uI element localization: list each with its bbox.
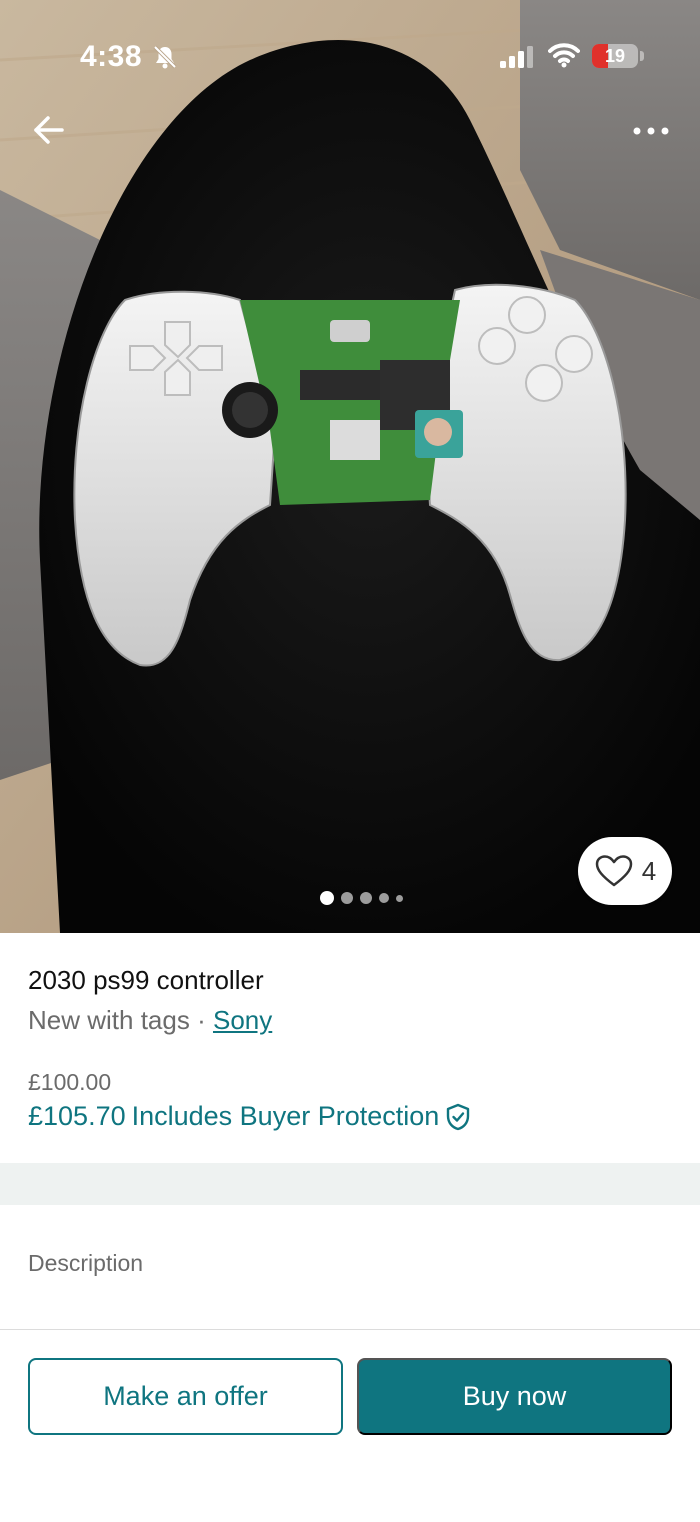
bell-off-icon [153,45,177,69]
favourite-button[interactable]: 4 [578,837,672,905]
battery-level: 19 [604,46,626,66]
brand-link[interactable]: Sony [213,1005,272,1035]
signal-icon [500,46,533,68]
shield-check-icon[interactable] [445,1103,471,1131]
listing-title: 2030 ps99 controller [28,965,264,995]
action-bar-divider [0,1329,700,1330]
arrow-left-icon [34,116,64,144]
total-price: £105.70 [28,1101,126,1131]
status-bar: 4:38 19 [0,0,700,110]
battery-icon: 19 [592,44,638,68]
gallery-dot[interactable] [360,892,372,904]
section-divider-band [0,1163,700,1205]
total-price-row[interactable]: £105.70 Includes Buyer Protection [28,1101,471,1132]
gallery-pagination[interactable] [320,891,403,905]
status-time: 4:38 [80,40,143,73]
controller-photo [0,0,700,933]
condition-label: New with tags [28,1005,190,1035]
listing-subline: New with tags · Sony [28,1005,272,1036]
make-offer-button[interactable]: Make an offer [28,1358,343,1435]
gallery-dot[interactable] [320,891,334,905]
buyer-protection-label: Includes Buyer Protection [131,1101,440,1131]
gallery-dot[interactable] [379,893,389,903]
battery-nub [640,51,644,61]
description-heading: Description [28,1250,144,1276]
listing-photo[interactable]: 4:38 19 4 [0,0,700,933]
gallery-dot[interactable] [396,894,403,902]
wifi-icon [548,43,580,68]
gallery-dot[interactable] [341,892,353,904]
subline-separator: · [197,1005,206,1035]
more-dots-icon [633,127,669,135]
buy-now-button[interactable]: Buy now [357,1358,672,1435]
favourite-count: 4 [641,855,657,886]
more-options-button[interactable] [626,112,676,148]
back-button[interactable] [24,108,72,152]
heart-outline-icon [595,855,633,887]
item-price: £100.00 [28,1069,112,1095]
